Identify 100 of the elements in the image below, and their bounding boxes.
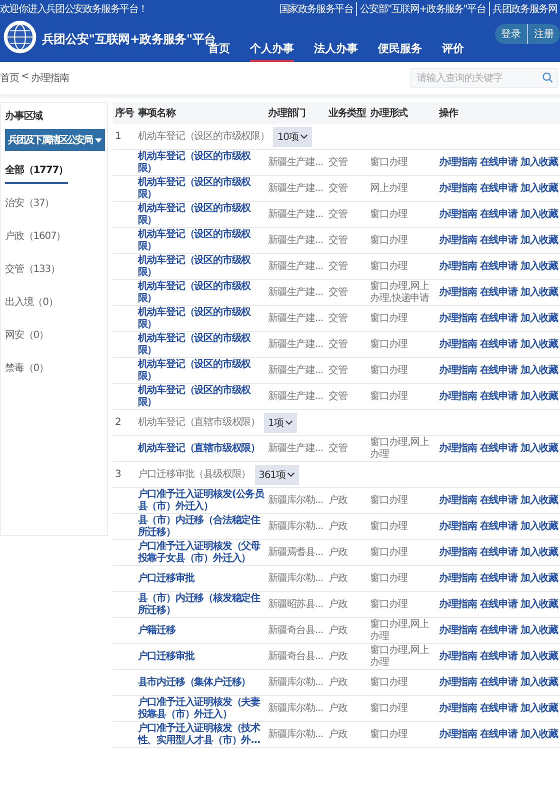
item-link[interactable]: 户口准予迁入证明核发（夫妻投靠县（市）外迁入）	[138, 696, 264, 720]
item-link[interactable]: 户口准予迁入证明核发（技术性、实用型人才县（市）外...	[138, 722, 264, 746]
item-link[interactable]: 机动车登记（设区的市级权限）	[138, 384, 264, 408]
action-link[interactable]: 加入收藏	[520, 442, 558, 454]
action-link[interactable]: 办理指南	[439, 182, 477, 194]
action-link[interactable]: 在线申请	[480, 728, 518, 740]
action-link[interactable]: 办理指南	[439, 312, 477, 324]
action-link[interactable]: 加入收藏	[520, 624, 558, 636]
category-item[interactable]: 户政（1607）	[5, 225, 66, 250]
action-link[interactable]: 在线申请	[480, 208, 518, 220]
action-link[interactable]: 办理指南	[439, 494, 477, 506]
auth-button[interactable]: 注册	[527, 24, 560, 44]
action-link[interactable]: 加入收藏	[520, 728, 558, 740]
action-link[interactable]: 办理指南	[439, 364, 477, 376]
breadcrumb-link[interactable]: 办理指南	[30, 71, 69, 85]
top-link[interactable]: 公安部"互联网+政务服务"平台	[356, 2, 489, 16]
category-item[interactable]: 全部（1777）	[5, 159, 68, 184]
action-link[interactable]: 在线申请	[480, 234, 518, 246]
action-link[interactable]: 加入收藏	[520, 182, 558, 194]
action-link[interactable]: 办理指南	[439, 728, 477, 740]
breadcrumb-link[interactable]: 首页	[0, 71, 19, 85]
action-link[interactable]: 办理指南	[439, 442, 477, 454]
region-dropdown[interactable]: 兵团及下属辖区公安局	[5, 129, 106, 151]
action-link[interactable]: 办理指南	[439, 338, 477, 350]
item-link[interactable]: 机动车登记（设区的市级权限）	[138, 176, 264, 200]
action-link[interactable]: 办理指南	[439, 260, 477, 272]
action-link[interactable]: 加入收藏	[520, 338, 558, 350]
action-link[interactable]: 加入收藏	[520, 676, 558, 688]
search-field[interactable]: 请输入查询的关键字	[410, 68, 558, 88]
action-link[interactable]: 加入收藏	[520, 598, 558, 610]
item-link[interactable]: 户口准予迁入证明核发（父母投靠子女县（市）外迁入）	[138, 540, 264, 564]
category-item[interactable]: 禁毒（0）	[5, 357, 48, 382]
action-link[interactable]: 加入收藏	[520, 260, 558, 272]
action-link[interactable]: 加入收藏	[520, 208, 558, 220]
action-link[interactable]: 办理指南	[439, 702, 477, 714]
action-link[interactable]: 办理指南	[439, 676, 477, 688]
search-icon[interactable]	[542, 72, 553, 83]
action-link[interactable]: 加入收藏	[520, 156, 558, 168]
action-link[interactable]: 办理指南	[439, 156, 477, 168]
action-link[interactable]: 办理指南	[439, 624, 477, 636]
action-link[interactable]: 加入收藏	[520, 520, 558, 532]
action-link[interactable]: 加入收藏	[520, 494, 558, 506]
count-toggle[interactable]: 361项	[254, 464, 300, 484]
action-link[interactable]: 加入收藏	[520, 286, 558, 298]
action-link[interactable]: 在线申请	[480, 390, 518, 402]
action-link[interactable]: 在线申请	[480, 364, 518, 376]
action-link[interactable]: 加入收藏	[520, 312, 558, 324]
action-link[interactable]: 加入收藏	[520, 572, 558, 584]
action-link[interactable]: 加入收藏	[520, 390, 558, 402]
item-link[interactable]: 机动车登记（直辖市级权限）	[138, 442, 264, 454]
action-link[interactable]: 加入收藏	[520, 702, 558, 714]
item-link[interactable]: 户口迁移审批	[138, 572, 264, 584]
nav-tab[interactable]: 评价	[442, 41, 464, 62]
action-link[interactable]: 在线申请	[480, 156, 518, 168]
item-link[interactable]: 户口迁移审批	[138, 650, 264, 662]
item-link[interactable]: 户籍迁移	[138, 624, 264, 636]
item-link[interactable]: 机动车登记（设区的市级权限）	[138, 306, 264, 330]
action-link[interactable]: 在线申请	[480, 546, 518, 558]
action-link[interactable]: 在线申请	[480, 312, 518, 324]
count-toggle[interactable]: 1项	[264, 412, 298, 432]
action-link[interactable]: 办理指南	[439, 520, 477, 532]
action-link[interactable]: 在线申请	[480, 598, 518, 610]
action-link[interactable]: 办理指南	[439, 650, 477, 662]
item-link[interactable]: 机动车登记（设区的市级权限）	[138, 280, 264, 304]
action-link[interactable]: 在线申请	[480, 182, 518, 194]
item-link[interactable]: 机动车登记（设区的市级权限）	[138, 202, 264, 226]
action-link[interactable]: 在线申请	[480, 338, 518, 350]
item-link[interactable]: 县（市）内迁移（核发稳定住所迁移）	[138, 592, 264, 616]
item-link[interactable]: 县（市）内迁移（合法稳定住所迁移）	[138, 514, 264, 538]
category-item[interactable]: 治安（37）	[5, 192, 54, 217]
action-link[interactable]: 在线申请	[480, 702, 518, 714]
auth-button[interactable]: 登录	[495, 24, 527, 44]
category-item[interactable]: 交管（133）	[5, 258, 60, 283]
item-link[interactable]: 户口准予迁入证明核发(公务员县（市）外迁入）	[138, 488, 264, 512]
action-link[interactable]: 加入收藏	[520, 234, 558, 246]
action-link[interactable]: 在线申请	[480, 572, 518, 584]
action-link[interactable]: 在线申请	[480, 286, 518, 298]
action-link[interactable]: 办理指南	[439, 234, 477, 246]
top-link[interactable]: 兵团政务服务网	[488, 2, 560, 16]
action-link[interactable]: 加入收藏	[520, 546, 558, 558]
action-link[interactable]: 办理指南	[439, 546, 477, 558]
top-link[interactable]: 国家政务服务平台	[276, 2, 356, 16]
nav-tab[interactable]: 个人办事	[250, 41, 294, 62]
action-link[interactable]: 办理指南	[439, 598, 477, 610]
action-link[interactable]: 在线申请	[480, 676, 518, 688]
action-link[interactable]: 加入收藏	[520, 364, 558, 376]
action-link[interactable]: 加入收藏	[520, 650, 558, 662]
category-item[interactable]: 网安（0）	[5, 324, 48, 349]
action-link[interactable]: 在线申请	[480, 260, 518, 272]
item-link[interactable]: 机动车登记（设区的市级权限）	[138, 332, 264, 356]
item-link[interactable]: 机动车登记（设区的市级权限）	[138, 358, 264, 382]
action-link[interactable]: 在线申请	[480, 494, 518, 506]
action-link[interactable]: 在线申请	[480, 442, 518, 454]
action-link[interactable]: 在线申请	[480, 650, 518, 662]
nav-tab[interactable]: 法人办事	[314, 41, 358, 62]
action-link[interactable]: 办理指南	[439, 286, 477, 298]
item-link[interactable]: 机动车登记（设区的市级权限）	[138, 254, 264, 278]
item-link[interactable]: 县市内迁移（集体户迁移）	[138, 676, 264, 688]
action-link[interactable]: 办理指南	[439, 208, 477, 220]
category-item[interactable]: 出入境（0）	[5, 291, 58, 316]
